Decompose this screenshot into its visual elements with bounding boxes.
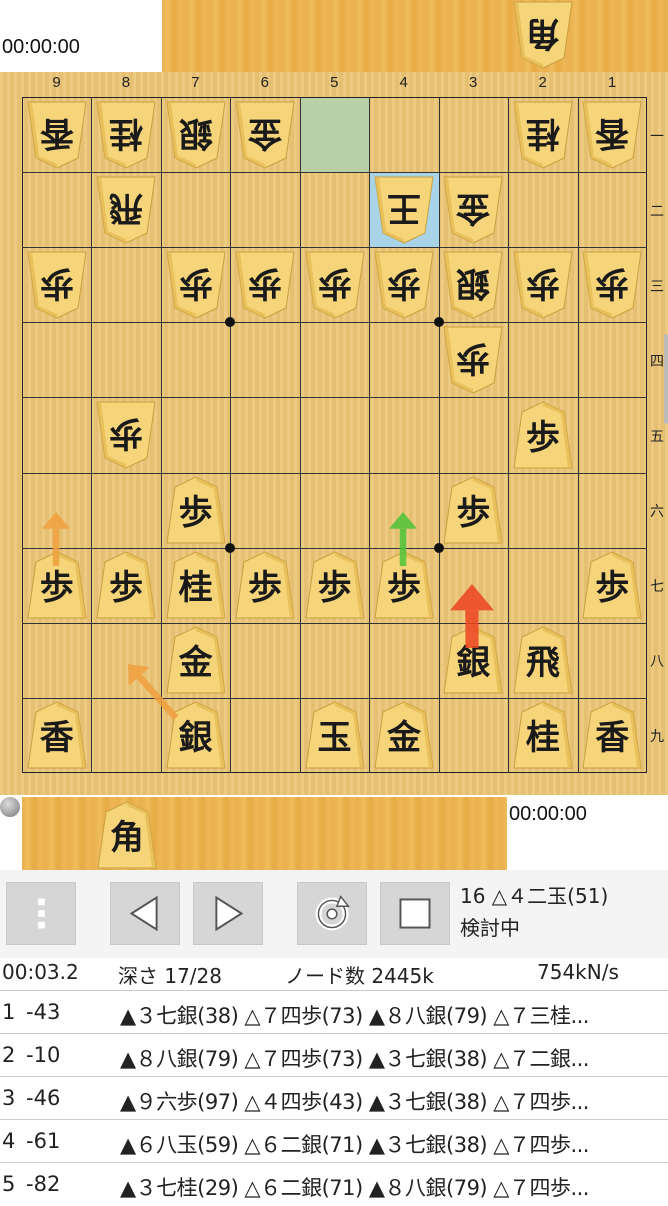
pv-index: 5 xyxy=(2,1172,16,1196)
refresh-icon xyxy=(315,895,350,931)
pv-moves: ▲９六歩(97) △４四歩(43) ▲３七銀(38) △７四歩... xyxy=(120,1090,589,1114)
arrow-9-7-up xyxy=(42,512,70,566)
pv-score: -43 xyxy=(26,1000,61,1024)
pv-score: -10 xyxy=(26,1043,61,1067)
pv-row[interactable]: 2 -10 ▲８八銀(79) △７四歩(73) ▲３七銀(38) △７二銀... xyxy=(0,1033,668,1077)
pv-index: 2 xyxy=(2,1043,16,1067)
pv-row[interactable]: 1 -43 ▲３七銀(38) △７四歩(73) ▲８八銀(79) △７三桂... xyxy=(0,990,668,1034)
pv-index: 4 xyxy=(2,1129,16,1153)
toolbar: 16 △４二玉(51) 検討中 xyxy=(0,870,668,958)
analysis-status: 検討中 xyxy=(460,916,520,940)
pv-index: 1 xyxy=(2,1000,16,1024)
menu-button[interactable] xyxy=(6,882,76,945)
next-move-button[interactable] xyxy=(193,882,263,945)
pv-moves: ▲３七桂(29) △６二銀(71) ▲８八銀(79) △７四歩... xyxy=(120,1176,589,1200)
pv-moves: ▲６八玉(59) △６二銀(71) ▲３七銀(38) △７四歩... xyxy=(120,1133,589,1157)
arrow-7-9-to-8-8 xyxy=(128,664,179,721)
previous-move-button[interactable] xyxy=(110,882,180,945)
arrow-4-7-up xyxy=(389,512,417,566)
search-depth: 深さ 17/28 xyxy=(118,964,222,988)
nodes-per-second: 754kN/s xyxy=(537,960,619,984)
pv-row[interactable]: 3 -46 ▲９六歩(97) △４四歩(43) ▲３七銀(38) △７四歩... xyxy=(0,1076,668,1120)
node-count: ノード数 2445k xyxy=(285,964,434,988)
sente-hand-bishop[interactable]: 角 xyxy=(96,800,158,870)
pv-row[interactable]: 5 -82 ▲３七桂(29) △６二銀(71) ▲８八銀(79) △７四歩... xyxy=(0,1162,668,1206)
scroll-knob[interactable] xyxy=(0,797,20,817)
move-arrows xyxy=(42,512,494,721)
menu-icon xyxy=(38,898,45,929)
sente-piece-stand xyxy=(22,797,507,870)
sente-clock: 00:00:00 xyxy=(509,803,587,825)
pv-score: -61 xyxy=(26,1129,61,1153)
elapsed-time: 00:03.2 xyxy=(2,960,79,984)
pv-moves: ▲３七銀(38) △７四歩(73) ▲８八銀(79) △７三桂... xyxy=(120,1004,589,1028)
pv-row[interactable]: 4 -61 ▲６八玉(59) △６二銀(71) ▲３七銀(38) △７四歩... xyxy=(0,1119,668,1163)
engine-stats: 00:03.2 深さ 17/28 ノード数 2445k 754kN/s xyxy=(0,958,668,988)
arrow-3-8-up xyxy=(450,584,494,648)
prev-icon xyxy=(129,895,158,932)
stop-button[interactable] xyxy=(380,882,450,945)
pv-moves: ▲８八銀(79) △７四歩(73) ▲３七銀(38) △７二銀... xyxy=(120,1047,589,1071)
refresh-button[interactable] xyxy=(297,882,367,945)
piece-label: 角 xyxy=(110,818,144,858)
next-icon xyxy=(215,895,244,932)
current-move-text: 16 △４二玉(51) xyxy=(460,884,609,908)
pv-index: 3 xyxy=(2,1086,16,1110)
pv-score: -82 xyxy=(26,1172,61,1196)
pv-score: -46 xyxy=(26,1086,61,1110)
stop-icon xyxy=(399,898,431,929)
